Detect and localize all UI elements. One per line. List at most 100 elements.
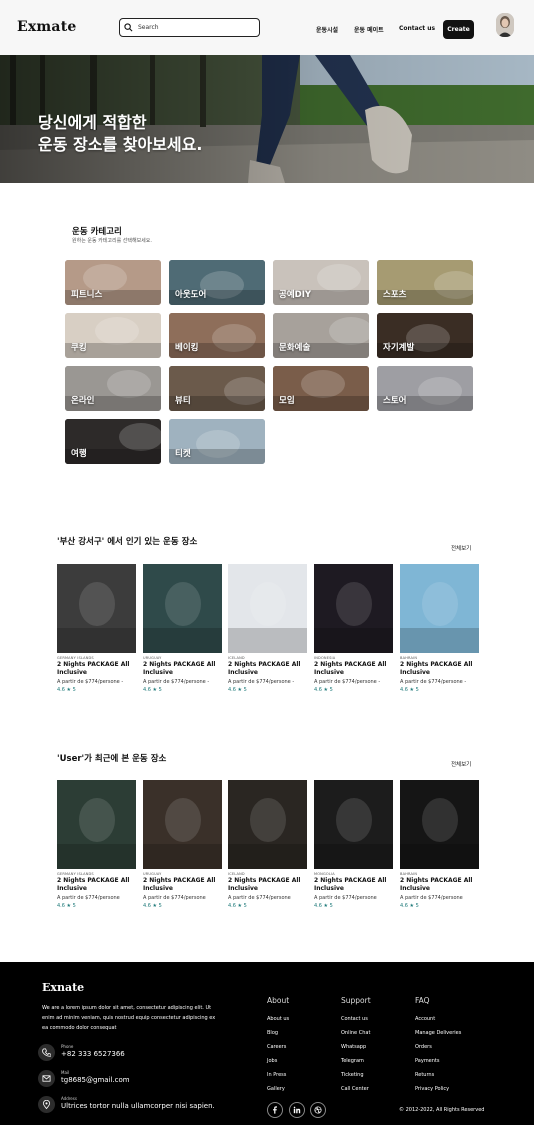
footer-link[interactable]: About us: [267, 1016, 289, 1022]
popular-title: '부산 강서구' 에서 인기 있는 운동 장소: [57, 537, 198, 547]
footer-link[interactable]: Contact us: [341, 1016, 368, 1022]
footer-link[interactable]: Orders: [415, 1044, 432, 1050]
place-country: BAHRAIN: [400, 656, 418, 660]
category-subtitle: 원하는 운동 카테고리를 선택해보세요.: [72, 238, 152, 244]
nav-facilities[interactable]: 운동시설: [316, 25, 338, 34]
footer-logo[interactable]: Exnate: [42, 981, 84, 994]
footer-link[interactable]: Telegram: [341, 1058, 364, 1064]
avatar[interactable]: [496, 13, 514, 37]
place-rating: 4.6 ★ 5: [143, 903, 162, 909]
place-price: A partir de $774/persone -: [228, 679, 295, 685]
place-country: GERMANY ISLANDS: [57, 872, 94, 876]
category-tile-sports[interactable]: 스포츠: [377, 260, 473, 305]
facebook-icon[interactable]: [267, 1102, 283, 1118]
recent-view-all[interactable]: 전체보기: [451, 760, 471, 768]
place-card[interactable]: ICELAND 2 Nights PACKAGE All Inclusive A p…: [228, 780, 307, 909]
footer-link[interactable]: In Press: [267, 1072, 286, 1078]
place-price: A partir de $774/persone -: [57, 679, 124, 685]
place-card[interactable]: INDONESIA 2 Nights PACKAGE All Inclusive A…: [314, 564, 393, 693]
place-card[interactable]: URUGUAY 2 Nights PACKAGE All Inclusive A p…: [143, 780, 222, 909]
footer-link[interactable]: Careers: [267, 1044, 286, 1050]
place-price: A partir de $774/persone: [143, 895, 206, 901]
place-card[interactable]: BAHRAIN 2 Nights PACKAGE All Inclusive A p…: [400, 564, 479, 693]
place-rating: 4.6 ★ 5: [228, 903, 247, 909]
place-photo: [400, 564, 479, 653]
footer-heading-support: Support: [341, 996, 371, 1005]
place-price: A partir de $774/persone: [228, 895, 291, 901]
place-rating: 4.6 ★ 5: [314, 903, 333, 909]
category-tile-baking[interactable]: 베이킹: [169, 313, 265, 358]
place-title: 2 Nights PACKAGE All Inclusive: [400, 877, 473, 892]
hero-title: 당신에게 적합한 운동 장소를 찾아보세요.: [38, 112, 202, 156]
category-tile-ticket[interactable]: 티켓: [169, 419, 265, 464]
footer-link[interactable]: Blog: [267, 1030, 278, 1036]
place-photo: [57, 564, 136, 653]
place-photo: [57, 780, 136, 869]
place-title: 2 Nights PACKAGE All Inclusive: [314, 877, 387, 892]
footer-link[interactable]: Privacy Policy: [415, 1086, 449, 1092]
place-card[interactable]: BAHRAIN 2 Nights PACKAGE All Inclusive A p…: [400, 780, 479, 909]
search-icon: [124, 23, 133, 32]
email-label: Mail: [61, 1070, 70, 1075]
footer-link[interactable]: Payments: [415, 1058, 440, 1064]
category-label: 공예DIY: [279, 290, 312, 300]
search-input[interactable]: Search: [119, 18, 260, 37]
category-tile-craft-diy[interactable]: 공예DIY: [273, 260, 369, 305]
place-photo: [143, 780, 222, 869]
place-title: 2 Nights PACKAGE All Inclusive: [314, 661, 387, 676]
category-tile-cooking[interactable]: 쿠킹: [65, 313, 161, 358]
footer-link[interactable]: Jobs: [267, 1058, 277, 1064]
category-tile-beauty[interactable]: 뷰티: [169, 366, 265, 411]
category-tile-culture-art[interactable]: 문화예술: [273, 313, 369, 358]
place-country: ICELAND: [228, 656, 245, 660]
category-tile-meetup[interactable]: 모임: [273, 366, 369, 411]
place-photo: [228, 564, 307, 653]
popular-view-all[interactable]: 전체보기: [451, 544, 471, 552]
place-photo: [228, 780, 307, 869]
category-tile-online[interactable]: 온라인: [65, 366, 161, 411]
hero-line-1: 당신에게 적합한: [38, 113, 147, 132]
dribbble-icon[interactable]: [310, 1102, 326, 1118]
place-price: A partir de $774/persone -: [143, 679, 210, 685]
footer-link[interactable]: Gallery: [267, 1086, 285, 1092]
place-rating: 4.6 ★ 5: [57, 903, 76, 909]
address-value: Ultrices tortor nulla ullamcorper nisi s…: [61, 1102, 215, 1110]
place-rating: 4.6 ★ 5: [228, 687, 247, 693]
phone-icon: [38, 1044, 55, 1061]
nav-contact[interactable]: Contact us: [399, 25, 435, 32]
place-country: ICELAND: [228, 872, 245, 876]
footer-link[interactable]: Ticketing: [341, 1072, 364, 1078]
place-card[interactable]: MONGOLIA 2 Nights PACKAGE All Inclusive A …: [314, 780, 393, 909]
category-label: 여행: [71, 449, 87, 459]
place-card[interactable]: GERMANY ISLANDS 2 Nights PACKAGE All Incl…: [57, 780, 136, 909]
place-card[interactable]: ICELAND 2 Nights PACKAGE All Inclusive A p…: [228, 564, 307, 693]
footer-link[interactable]: Call Center: [341, 1086, 369, 1092]
place-card[interactable]: URUGUAY 2 Nights PACKAGE All Inclusive A p…: [143, 564, 222, 693]
place-country: URUGUAY: [143, 872, 162, 876]
category-tile-travel[interactable]: 여행: [65, 419, 161, 464]
place-country: URUGUAY: [143, 656, 162, 660]
nav-mates[interactable]: 운동 메이트: [354, 25, 384, 34]
category-tile-fitness[interactable]: 피트니스: [65, 260, 161, 305]
place-photo: [143, 564, 222, 653]
category-label: 스포츠: [383, 290, 407, 300]
category-label: 문화예술: [279, 343, 311, 353]
logo[interactable]: Exmate: [17, 19, 76, 35]
footer-link[interactable]: Returns: [415, 1072, 434, 1078]
search-placeholder: Search: [138, 24, 159, 31]
footer-link[interactable]: Online Chat: [341, 1030, 370, 1036]
place-rating: 4.6 ★ 5: [314, 687, 333, 693]
category-tile-store[interactable]: 스토어: [377, 366, 473, 411]
phone-value: +82 333 6527366: [61, 1050, 125, 1058]
place-card[interactable]: GERMANY ISLANDS 2 Nights PACKAGE All Incl…: [57, 564, 136, 693]
create-button[interactable]: Create: [443, 20, 474, 39]
phone-label: Phone: [61, 1044, 74, 1049]
footer-link[interactable]: Whatsapp: [341, 1044, 366, 1050]
place-rating: 4.6 ★ 5: [400, 903, 419, 909]
hero-line-2: 운동 장소를 찾아보세요.: [38, 135, 203, 154]
category-tile-self-development[interactable]: 자기계발: [377, 313, 473, 358]
linkedin-icon[interactable]: [289, 1102, 305, 1118]
footer-link[interactable]: Account: [415, 1016, 435, 1022]
category-tile-outdoor[interactable]: 아웃도어: [169, 260, 265, 305]
footer-link[interactable]: Manage Deliveries: [415, 1030, 461, 1036]
